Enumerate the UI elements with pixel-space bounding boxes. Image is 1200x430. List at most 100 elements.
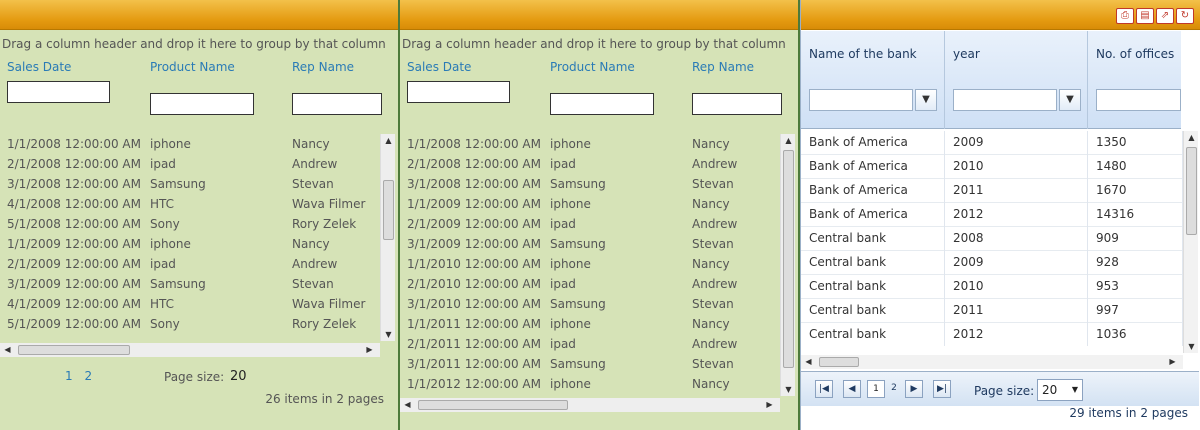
table-row[interactable]: 3/1/2009 12:00:00 AM Samsung Stevan (0, 274, 380, 294)
next-page-icon[interactable]: ▶ (905, 380, 923, 398)
table-row[interactable]: 1/1/2012 12:00:00 AM iphone Nancy (400, 374, 780, 394)
table-row[interactable]: 3/1/2009 12:00:00 AM Samsung Stevan (400, 234, 780, 254)
table-row[interactable]: 2/1/2011 12:00:00 AM ipad Andrew (400, 334, 780, 354)
column-header-product-name[interactable]: Product Name (550, 60, 635, 74)
table-row[interactable]: 4/1/2009 12:00:00 AM HTC Wava Filmer (0, 294, 380, 314)
table-row[interactable]: 5/1/2009 12:00:00 AM Sony Rory Zelek (0, 314, 380, 334)
page-link-1[interactable]: 1 (65, 369, 73, 383)
scroll-up-icon[interactable]: ▲ (381, 136, 396, 145)
scroll-thumb[interactable] (819, 357, 859, 367)
database-icon[interactable]: ▤ (1136, 8, 1154, 24)
column-label[interactable]: No. of offices (1096, 47, 1174, 61)
scroll-right-icon[interactable]: ▶ (1165, 357, 1180, 366)
vertical-scrollbar[interactable]: ▲ ▼ (1183, 131, 1198, 353)
column-header-product-name[interactable]: Product Name (150, 60, 235, 74)
vertical-scrollbar[interactable]: ▲ ▼ (380, 134, 395, 341)
scroll-up-icon[interactable]: ▲ (781, 136, 796, 145)
scroll-left-icon[interactable]: ◀ (400, 400, 415, 409)
year-cell: 2009 (945, 131, 1088, 155)
last-page-icon[interactable]: ▶| (933, 380, 951, 398)
cell-text: 2012 (953, 327, 984, 341)
scroll-down-icon[interactable]: ▼ (781, 385, 796, 394)
filter-product-name-input[interactable] (150, 93, 254, 115)
table-row[interactable]: 5/1/2008 12:00:00 AM Sony Rory Zelek (0, 214, 380, 234)
table-row[interactable]: 2/1/2008 12:00:00 AM ipad Andrew (400, 154, 780, 174)
horizontal-scrollbar[interactable]: ◀ ▶ (801, 355, 1183, 369)
scroll-down-icon[interactable]: ▼ (381, 330, 396, 339)
table-row[interactable]: 1/1/2010 12:00:00 AM iphone Nancy (400, 254, 780, 274)
page-link-2[interactable]: 2 (885, 380, 903, 398)
page-link-2[interactable]: 2 (84, 369, 92, 383)
table-row[interactable]: 1/1/2008 12:00:00 AM iphone Nancy (0, 134, 380, 154)
table-row[interactable]: Central bank 2012 1036 (801, 323, 1183, 346)
column-label[interactable]: Name of the bank (809, 47, 917, 61)
print-icon[interactable]: ⎙ (1116, 8, 1134, 24)
filter-year-input[interactable] (953, 89, 1057, 111)
table-row[interactable]: 3/1/2008 12:00:00 AM Samsung Stevan (400, 174, 780, 194)
page-size-value[interactable]: 20 (230, 369, 247, 384)
table-row[interactable]: 1/1/2009 12:00:00 AM iphone Nancy (400, 194, 780, 214)
scroll-left-icon[interactable]: ◀ (801, 357, 816, 366)
column-label[interactable]: year (953, 47, 980, 61)
table-row[interactable]: 3/1/2011 12:00:00 AM Samsung Stevan (400, 354, 780, 374)
filter-sales-date-input[interactable] (407, 81, 510, 103)
table-row[interactable]: Bank of America 2012 14316 (801, 203, 1183, 227)
column-header-sales-date[interactable]: Sales Date (407, 60, 471, 74)
table-row[interactable]: 2/1/2010 12:00:00 AM ipad Andrew (400, 274, 780, 294)
filter-offices-input[interactable] (1096, 89, 1181, 111)
group-panel-hint[interactable]: Drag a column header and drop it here to… (2, 37, 386, 51)
prev-page-icon[interactable]: ◀ (843, 380, 861, 398)
column-header-rep-name[interactable]: Rep Name (292, 60, 354, 74)
filter-sales-date-input[interactable] (7, 81, 110, 103)
filter-icon[interactable]: ▼ (1059, 89, 1081, 111)
filter-bank-input[interactable] (809, 89, 913, 111)
scroll-thumb[interactable] (783, 150, 794, 368)
table-row[interactable]: 2/1/2009 12:00:00 AM ipad Andrew (0, 254, 380, 274)
table-row[interactable]: Bank of America 2009 1350 (801, 131, 1183, 155)
table-row[interactable]: Bank of America 2010 1480 (801, 155, 1183, 179)
filter-product-name-input[interactable] (550, 93, 654, 115)
page-link-1[interactable]: 1 (867, 380, 885, 398)
filter-rep-name-input[interactable] (292, 93, 382, 115)
scroll-up-icon[interactable]: ▲ (1184, 133, 1199, 142)
product-name-cell: HTC (150, 297, 175, 311)
vertical-scrollbar[interactable]: ▲ ▼ (780, 134, 795, 396)
table-row[interactable]: Central bank 2011 997 (801, 299, 1183, 323)
horizontal-scrollbar[interactable]: ◀ ▶ (400, 398, 780, 412)
scroll-right-icon[interactable]: ▶ (362, 345, 377, 354)
first-page-icon[interactable]: |◀ (815, 380, 833, 398)
scroll-right-icon[interactable]: ▶ (762, 400, 777, 409)
filter-icon[interactable]: ▼ (915, 89, 937, 111)
table-row[interactable]: Central bank 2009 928 (801, 251, 1183, 275)
group-panel-hint[interactable]: Drag a column header and drop it here to… (402, 37, 786, 51)
column-header-offices[interactable]: No. of offices (1088, 31, 1181, 129)
table-row[interactable]: 2/1/2008 12:00:00 AM ipad Andrew (0, 154, 380, 174)
table-row[interactable]: 3/1/2010 12:00:00 AM Samsung Stevan (400, 294, 780, 314)
column-header-rep-name[interactable]: Rep Name (692, 60, 754, 74)
table-row[interactable]: Central bank 2008 909 (801, 227, 1183, 251)
scroll-thumb[interactable] (1186, 147, 1197, 235)
filter-rep-name-input[interactable] (692, 93, 782, 115)
table-row[interactable]: 1/1/2009 12:00:00 AM iphone Nancy (0, 234, 380, 254)
scroll-thumb[interactable] (418, 400, 568, 410)
rep-name-cell: Stevan (692, 237, 734, 251)
cell-text: Central bank (809, 327, 887, 341)
table-row[interactable]: 4/1/2008 12:00:00 AM HTC Wava Filmer (0, 194, 380, 214)
table-row[interactable]: 1/1/2008 12:00:00 AM iphone Nancy (400, 134, 780, 154)
export-icon[interactable]: ⇗ (1156, 8, 1174, 24)
column-header-bank[interactable]: Name of the bank ▼ (801, 31, 945, 129)
scroll-down-icon[interactable]: ▼ (1184, 342, 1199, 351)
scroll-thumb[interactable] (18, 345, 130, 355)
table-row[interactable]: 1/1/2011 12:00:00 AM iphone Nancy (400, 314, 780, 334)
page-size-select[interactable]: 20 ▼ (1037, 379, 1083, 401)
table-row[interactable]: 2/1/2009 12:00:00 AM ipad Andrew (400, 214, 780, 234)
horizontal-scrollbar[interactable]: ◀ ▶ (0, 343, 380, 357)
column-header-year[interactable]: year ▼ (945, 31, 1088, 129)
scroll-thumb[interactable] (383, 180, 394, 240)
column-header-sales-date[interactable]: Sales Date (7, 60, 71, 74)
scroll-left-icon[interactable]: ◀ (0, 345, 15, 354)
table-row[interactable]: Central bank 2010 953 (801, 275, 1183, 299)
table-row[interactable]: 3/1/2008 12:00:00 AM Samsung Stevan (0, 174, 380, 194)
table-row[interactable]: Bank of America 2011 1670 (801, 179, 1183, 203)
refresh-icon[interactable]: ↻ (1176, 8, 1194, 24)
